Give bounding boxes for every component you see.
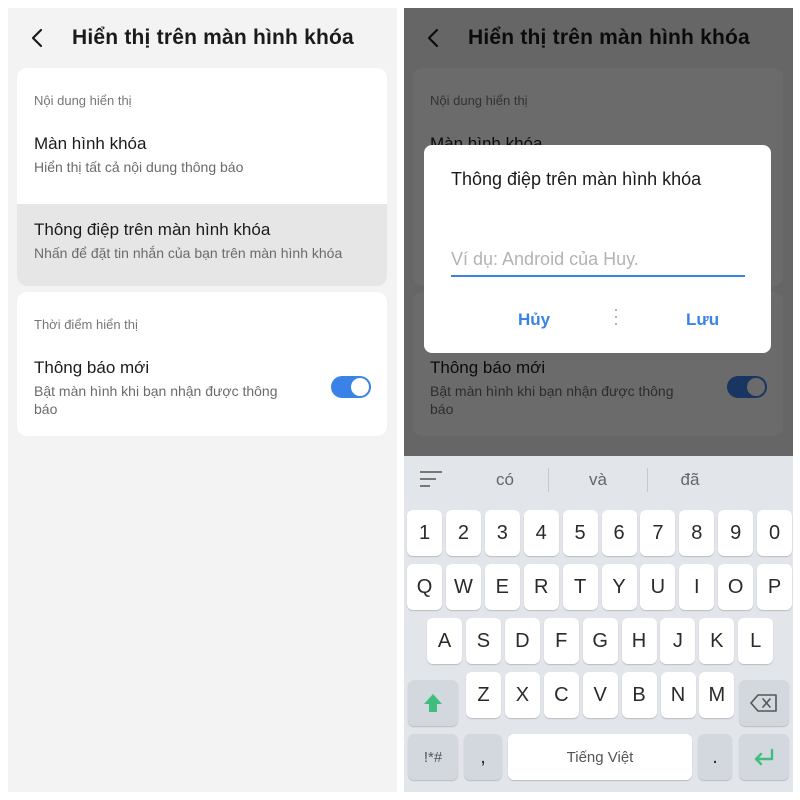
letter-key-u[interactable]: U [640, 564, 676, 610]
shift-arrow-icon [424, 694, 442, 712]
letter-key-j[interactable]: J [660, 618, 696, 664]
number-key-0[interactable]: 0 [757, 510, 793, 556]
new-notification-title: Thông báo mới [34, 358, 150, 377]
section-label-timing: Thời điểm hiển thị [34, 317, 138, 332]
letter-key-f[interactable]: F [543, 618, 579, 664]
number-key-3[interactable]: 3 [484, 510, 520, 556]
letter-key-k[interactable]: K [699, 618, 735, 664]
letter-key-d[interactable]: D [504, 618, 540, 664]
cancel-button[interactable]: Hủy [518, 310, 550, 330]
page-title: Hiển thị trên màn hình khóa [72, 26, 354, 49]
number-key-7[interactable]: 7 [640, 510, 676, 556]
new-notification-toggle[interactable] [331, 376, 371, 398]
letter-key-x[interactable]: X [504, 672, 540, 718]
lock-screen-message-subtitle: Nhấn để đặt tin nhắn của bạn trên màn hì… [34, 245, 343, 261]
number-key-5[interactable]: 5 [562, 510, 598, 556]
keyboard: có và đã 1234567890 QWERTYUIOP ASDFGHJKL ZX… [404, 456, 793, 792]
back-chevron-icon[interactable] [28, 28, 48, 48]
letter-key-c[interactable]: C [543, 672, 579, 718]
header: Hiển thị trên màn hình khóa [8, 8, 397, 68]
letter-key-y[interactable]: Y [601, 564, 637, 610]
lock-screen-subtitle: Hiển thị tất cả nội dung thông báo [34, 159, 244, 175]
letter-key-s[interactable]: S [465, 618, 501, 664]
dialog-title: Thông điệp trên màn hình khóa [451, 169, 702, 189]
letter-key-n[interactable]: N [660, 672, 696, 718]
content-card: Nội dung hiển thị Màn hình khóa Hiển thị… [17, 68, 387, 286]
letter-key-v[interactable]: V [582, 672, 618, 718]
enter-return-icon [754, 748, 774, 766]
button-divider [615, 309, 618, 331]
letter-key-t[interactable]: T [562, 564, 598, 610]
backspace-icon [750, 694, 777, 712]
lock-message-input[interactable] [451, 243, 745, 277]
suggestion-bar: có và đã [404, 456, 793, 504]
lock-screen-title: Màn hình khóa [34, 134, 147, 153]
comma-key[interactable]: , [464, 734, 502, 780]
number-key-2[interactable]: 2 [445, 510, 481, 556]
letter-key-g[interactable]: G [582, 618, 618, 664]
period-key[interactable]: . [698, 734, 732, 780]
lock-screen-message-title: Thông điệp trên màn hình khóa [34, 220, 271, 239]
letter-key-m[interactable]: M [699, 672, 735, 718]
lock-screen-item[interactable]: Màn hình khóa Hiển thị tất cả nội dung t… [17, 124, 387, 194]
number-key-6[interactable]: 6 [601, 510, 637, 556]
letter-key-a[interactable]: A [427, 618, 462, 664]
new-notification-subtitle: Bật màn hình khi bạn nhận được thông báo [34, 383, 278, 417]
letter-key-w[interactable]: W [445, 564, 481, 610]
timing-card: Thời điểm hiển thị Thông báo mới Bật màn… [17, 292, 387, 436]
number-key-1[interactable]: 1 [407, 510, 442, 556]
suggestion-divider [548, 468, 549, 492]
suggestion-divider [647, 468, 648, 492]
suggestion-1[interactable]: có [475, 470, 535, 490]
letter-key-b[interactable]: B [621, 672, 657, 718]
symbols-key[interactable]: !*# [408, 734, 458, 780]
letter-key-e[interactable]: E [484, 564, 520, 610]
menu-lines-icon[interactable] [420, 471, 442, 489]
suggestion-3[interactable]: đã [660, 470, 720, 490]
settings-screen-left: Hiển thị trên màn hình khóa Nội dung hiể… [8, 8, 397, 792]
letter-key-r[interactable]: R [523, 564, 559, 610]
backspace-key[interactable] [739, 680, 789, 726]
number-key-8[interactable]: 8 [679, 510, 715, 556]
enter-key[interactable] [739, 734, 789, 780]
shift-key[interactable] [408, 680, 458, 726]
letter-key-q[interactable]: Q [407, 564, 442, 610]
space-key[interactable]: Tiếng Việt [508, 734, 692, 780]
settings-screen-right: Hiển thị trên màn hình khóa Nội dung hiể… [404, 8, 793, 792]
number-key-9[interactable]: 9 [718, 510, 754, 556]
section-label-content: Nội dung hiển thị [34, 93, 132, 108]
number-key-4[interactable]: 4 [523, 510, 559, 556]
letter-key-l[interactable]: L [738, 618, 774, 664]
toggle-knob [351, 378, 369, 396]
lock-message-dialog: Thông điệp trên màn hình khóa Hủy Lưu [424, 145, 771, 353]
letter-key-o[interactable]: O [718, 564, 754, 610]
save-button[interactable]: Lưu [686, 310, 719, 330]
suggestion-2[interactable]: và [568, 470, 628, 490]
letter-key-h[interactable]: H [621, 618, 657, 664]
letter-key-p[interactable]: P [757, 564, 793, 610]
letter-key-i[interactable]: I [679, 564, 715, 610]
letter-key-z[interactable]: Z [466, 672, 501, 718]
lock-screen-message-item[interactable]: Thông điệp trên màn hình khóa Nhấn để đặ… [17, 204, 387, 286]
